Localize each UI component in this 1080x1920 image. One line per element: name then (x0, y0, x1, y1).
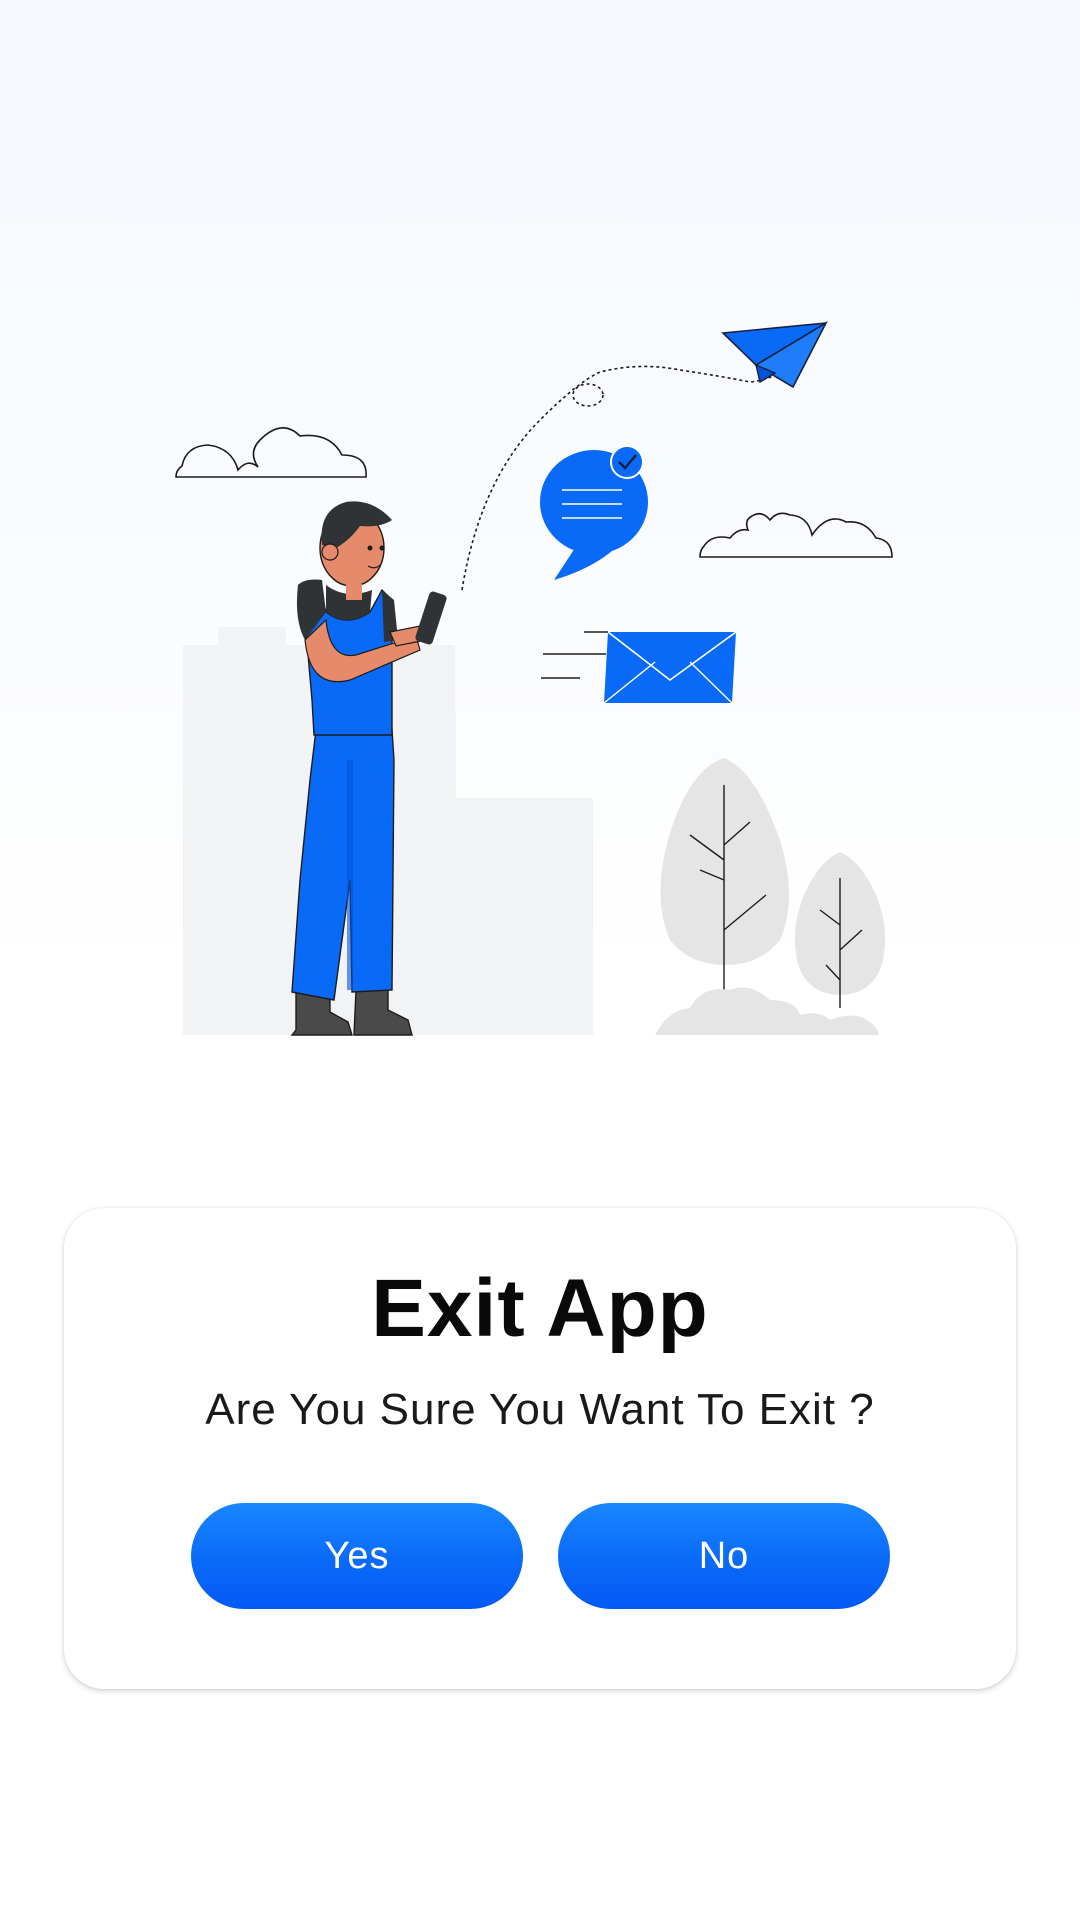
no-button[interactable]: No (558, 1503, 890, 1609)
envelope-icon (541, 631, 737, 704)
exit-dialog: Exit App Are You Sure You Want To Exit ?… (64, 1208, 1016, 1689)
cloud-icon (175, 427, 367, 478)
paper-plane-icon (721, 320, 828, 389)
dialog-message: Are You Sure You Want To Exit ? (205, 1385, 875, 1434)
chat-bubble-icon (540, 445, 648, 580)
flight-loop (572, 383, 604, 407)
yes-button[interactable]: Yes (191, 1503, 523, 1609)
dialog-title: Exit App (371, 1263, 709, 1354)
tree-icon (655, 758, 886, 1035)
cloud-icon (699, 512, 893, 558)
exit-illustration (175, 320, 893, 1036)
